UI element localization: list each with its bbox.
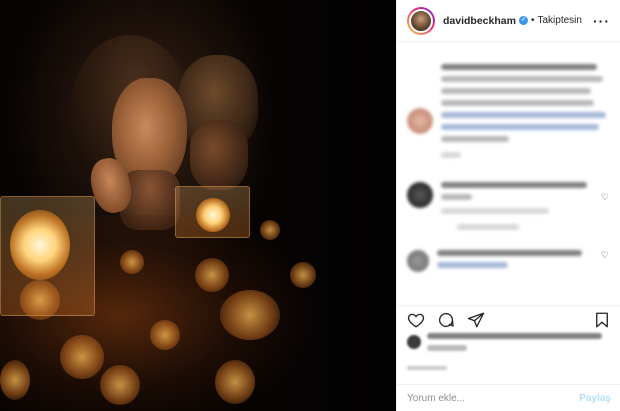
bokeh-light (0, 360, 30, 400)
comment-input[interactable] (407, 392, 580, 404)
comment-item: ♡ (407, 250, 611, 274)
comment-avatar (407, 250, 429, 272)
comment-avatar (407, 182, 433, 208)
bokeh-light (60, 335, 104, 379)
bokeh-light (220, 290, 280, 340)
bokeh-light (290, 262, 316, 288)
likes-summary (407, 333, 611, 357)
share-icon[interactable] (467, 311, 485, 329)
more-options-icon[interactable]: ··· (593, 13, 610, 29)
comments-section: ♡ ♡ (397, 42, 620, 300)
comment-text-blurred (441, 182, 595, 236)
liker-avatar (407, 335, 421, 349)
heart-icon[interactable] (407, 311, 425, 329)
caption-text-blurred (441, 64, 611, 164)
post-header: davidbeckham ✓ • Takiptesin ··· (397, 0, 620, 42)
post-comment-button[interactable]: Paylaş (579, 393, 611, 404)
bokeh-light (195, 258, 229, 292)
caption-avatar (407, 108, 433, 134)
bokeh-light (260, 220, 280, 240)
bokeh-light (20, 280, 60, 320)
post-timestamp-blurred (407, 366, 447, 370)
verified-badge-icon: ✓ (518, 16, 528, 25)
comment-composer: Paylaş (397, 384, 620, 411)
author-username[interactable]: davidbeckham (443, 15, 516, 27)
post-photo[interactable] (0, 0, 396, 411)
header-separator: • (530, 15, 535, 26)
author-avatar-ring[interactable] (407, 6, 435, 35)
comment-text-blurred (437, 250, 595, 274)
author-avatar[interactable] (409, 8, 433, 33)
comment-like-icon[interactable]: ♡ (601, 250, 609, 261)
instagram-post: davidbeckham ✓ • Takiptesin ··· ♡ ♡ Yoru… (0, 0, 620, 411)
caption (407, 64, 611, 164)
comment-item: ♡ (407, 182, 611, 236)
bokeh-light (120, 250, 144, 274)
candle-flame (196, 198, 230, 232)
post-sidebar: davidbeckham ✓ • Takiptesin ··· ♡ ♡ Yoru… (396, 0, 620, 411)
bokeh-light (100, 365, 140, 405)
photo-man-face (190, 120, 248, 190)
comment-like-icon[interactable]: ♡ (601, 192, 609, 203)
likes-text-blurred (427, 333, 611, 357)
follow-status[interactable]: Takiptesin (537, 15, 581, 26)
bokeh-light (215, 360, 255, 404)
post-actions (397, 305, 620, 333)
candle-flame (10, 210, 70, 280)
comment-icon[interactable] (437, 311, 455, 329)
bookmark-icon[interactable] (593, 311, 611, 329)
bokeh-light (150, 320, 180, 350)
